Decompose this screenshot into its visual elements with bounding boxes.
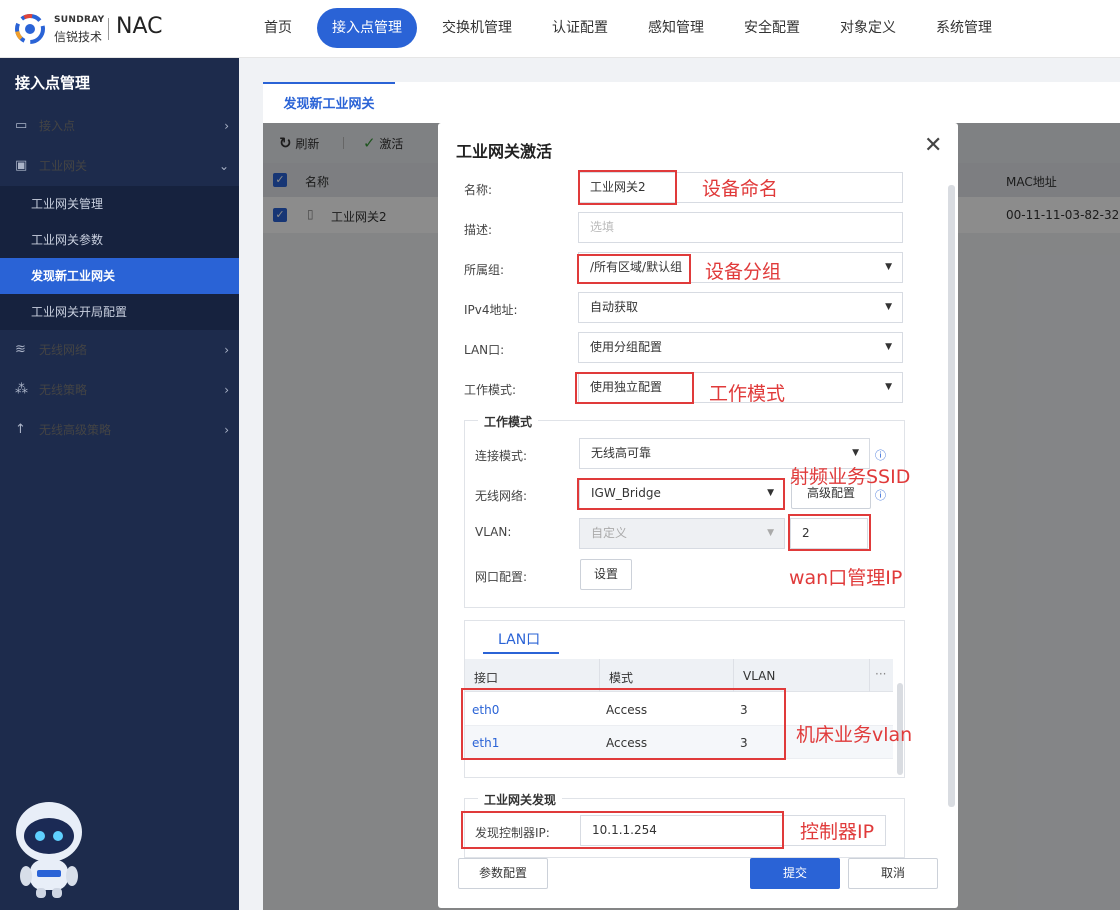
sidebar-item-wireless-advanced-policy[interactable]: ↑ 无线高级策略 ›	[0, 412, 239, 448]
ipv4-value: 自动获取	[590, 300, 639, 314]
dialog-title: 工业网关激活	[456, 142, 553, 161]
chevron-right-icon: ›	[224, 423, 229, 437]
sidebar-sub-gateway-management[interactable]: 工业网关管理	[0, 186, 239, 222]
cancel-button[interactable]: 取消	[848, 858, 938, 889]
chevron-right-icon: ›	[224, 343, 229, 357]
annotation-box-name	[578, 170, 677, 205]
wifi-icon: ≋	[15, 342, 26, 357]
annotation-box-mode	[575, 372, 694, 404]
nodes-icon: ⁂	[15, 382, 28, 397]
advanced-icon: ↑	[15, 422, 26, 437]
annotation-vlan: 机床业务vlan	[796, 724, 913, 746]
annotation-name: 设备命名	[702, 178, 779, 200]
sidebar-item-wireless-network[interactable]: ≋ 无线网络 ›	[0, 332, 239, 368]
vlan-label: VLAN:	[475, 525, 512, 539]
annotation-controller: 控制器IP	[800, 821, 875, 843]
chevron-right-icon: ›	[224, 119, 229, 133]
logo-divider	[108, 18, 109, 40]
vlan-type-select: 自定义 ▼	[579, 518, 785, 549]
dropdown-arrow-icon: ▼	[885, 302, 892, 312]
nav-security-config[interactable]: 安全配置	[732, 8, 812, 48]
wan-label: 网口配置:	[475, 570, 528, 584]
sidebar-sub-gateway-initial-config[interactable]: 工业网关开局配置	[0, 294, 239, 330]
nav-perception-management[interactable]: 感知管理	[636, 8, 716, 48]
nav-switch-management[interactable]: 交换机管理	[430, 8, 524, 48]
close-icon[interactable]: ✕	[924, 133, 942, 158]
chevron-right-icon: ›	[224, 383, 229, 397]
info-icon[interactable]: ⓘ	[875, 487, 886, 503]
sidebar: 接入点管理 ▭ 接入点 › ▣ 工业网关 ⌄ 工业网关管理 工业网关参数 发现新…	[0, 58, 239, 910]
sidebar-item-label: 工业网关	[39, 159, 88, 173]
lan-label: LAN口:	[464, 343, 505, 357]
desc-label: 描述:	[464, 223, 493, 237]
annotation-group: 设备分组	[705, 261, 782, 283]
sundray-logo-icon	[15, 14, 45, 44]
product-name: NAC	[116, 14, 163, 39]
sidebar-item-label: 无线高级策略	[39, 423, 112, 437]
column-divider	[869, 659, 870, 692]
info-icon[interactable]: ⓘ	[875, 447, 886, 463]
gateway-activation-dialog: 工业网关激活 ✕ 名称: 工业网关2 设备命名 描述: 选填 所属组: /所有区…	[438, 123, 958, 908]
discovery-group-title: 工业网关发现	[478, 791, 563, 808]
logo-english: SUNDRAY	[54, 15, 105, 25]
work-mode-group-title: 工作模式	[478, 413, 539, 430]
tab-underline	[483, 652, 559, 654]
ipv4-select[interactable]: 自动获取 ▼	[578, 292, 903, 323]
top-header: SUNDRAY 信锐技术 NAC 首页 接入点管理 交换机管理 认证配置 感知管…	[0, 0, 1120, 58]
sidebar-item-label: 无线策略	[39, 383, 88, 397]
submit-button[interactable]: 提交	[750, 858, 840, 889]
lan-value: 使用分组配置	[590, 340, 663, 354]
params-config-button[interactable]: 参数配置	[458, 858, 548, 889]
column-vlan: VLAN	[743, 669, 776, 683]
wan-settings-button[interactable]: 设置	[580, 559, 632, 590]
sidebar-item-wireless-policy[interactable]: ⁂ 无线策略 ›	[0, 372, 239, 408]
sidebar-sub-gateway-params[interactable]: 工业网关参数	[0, 222, 239, 258]
annotation-box-group	[577, 254, 691, 284]
tab-discover-gateway[interactable]: 发现新工业网关	[263, 82, 395, 124]
sidebar-item-industrial-gateway[interactable]: ▣ 工业网关 ⌄	[0, 148, 239, 184]
tab-bar: 发现新工业网关	[263, 82, 1120, 124]
dropdown-arrow-icon: ▼	[767, 528, 774, 538]
robot-mascot-icon	[16, 802, 82, 898]
logo-chinese: 信锐技术	[54, 30, 103, 44]
group-label: 所属组:	[464, 263, 505, 277]
nav-home[interactable]: 首页	[252, 8, 304, 48]
tab-lan-port[interactable]: LAN口	[498, 629, 540, 649]
lan-select[interactable]: 使用分组配置 ▼	[578, 332, 903, 363]
column-mode: 模式	[609, 671, 634, 685]
gateway-icon: ▣	[15, 158, 28, 173]
ipv4-label: IPv4地址:	[464, 303, 518, 317]
sidebar-item-label: 接入点	[39, 119, 76, 133]
dialog-scrollbar[interactable]	[948, 185, 955, 807]
wifi-label: 无线网络:	[475, 489, 528, 503]
dropdown-arrow-icon: ▼	[885, 262, 892, 272]
column-interface: 接口	[474, 671, 499, 685]
annotation-ssid: 射频业务SSID	[790, 466, 911, 488]
annotation-box-vlan-rows	[461, 688, 786, 760]
nav-object-definition[interactable]: 对象定义	[828, 8, 908, 48]
dropdown-arrow-icon: ▼	[885, 342, 892, 352]
name-label: 名称:	[464, 183, 493, 197]
sidebar-title: 接入点管理	[15, 74, 91, 92]
more-options-icon[interactable]: ···	[875, 667, 886, 681]
mode-label: 工作模式:	[464, 383, 517, 397]
conn-mode-value: 无线高可靠	[591, 446, 652, 460]
router-icon: ▭	[15, 118, 28, 133]
sidebar-item-access-point[interactable]: ▭ 接入点 ›	[0, 108, 239, 144]
chevron-down-icon: ⌄	[218, 159, 229, 173]
annotation-box-vlan	[788, 514, 871, 551]
annotation-mode: 工作模式	[709, 383, 786, 405]
sidebar-item-label: 无线网络	[39, 343, 88, 357]
annotation-wan: wan口管理IP	[789, 567, 903, 589]
dropdown-arrow-icon: ▼	[885, 382, 892, 392]
conn-mode-label: 连接模式:	[475, 449, 528, 463]
sidebar-sub-discover-gateway[interactable]: 发现新工业网关	[0, 258, 239, 294]
annotation-box-ssid	[577, 478, 785, 510]
vlan-type-value: 自定义	[591, 526, 628, 540]
nav-auth-config[interactable]: 认证配置	[540, 8, 620, 48]
annotation-box-controller	[461, 811, 784, 849]
nav-system-management[interactable]: 系统管理	[924, 8, 1004, 48]
nav-access-point-management[interactable]: 接入点管理	[317, 8, 417, 48]
description-field[interactable]: 选填	[578, 212, 903, 243]
